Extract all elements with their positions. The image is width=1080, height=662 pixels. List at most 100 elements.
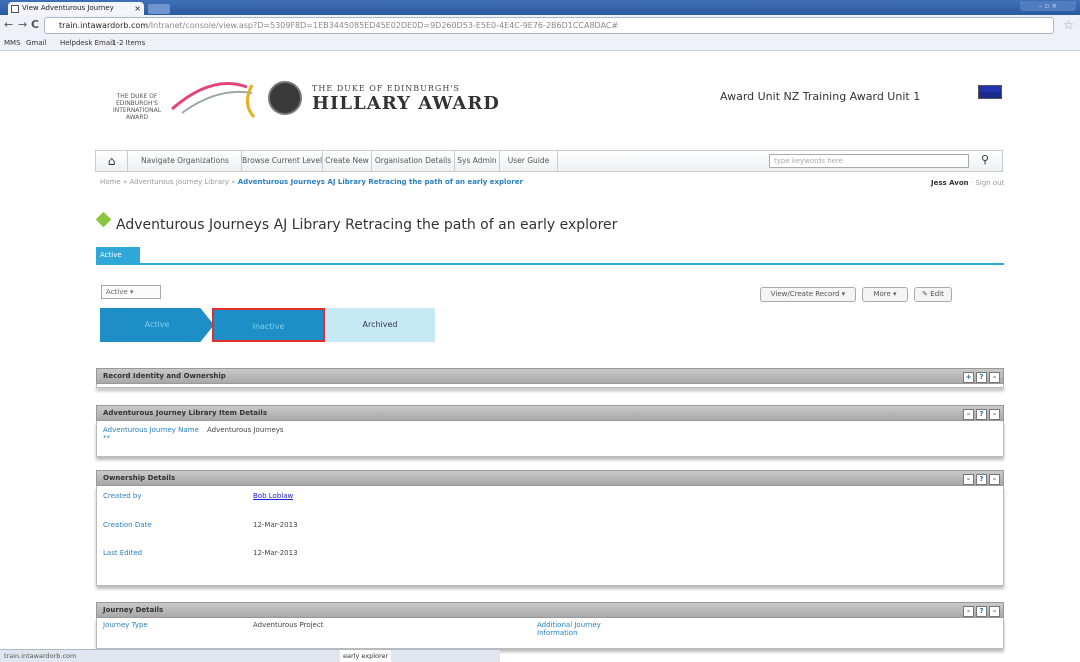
panel-header[interactable]: Record Identity and Ownership +? – <box>96 368 1004 384</box>
help-icon[interactable]: ? <box>976 606 987 617</box>
international-award-logo: THE DUKE OF EDINBURGH'S INTERNATIONAL AW… <box>102 79 262 121</box>
journey-name-value: Adventurous Journeys <box>207 426 284 434</box>
record-diamond-icon <box>95 211 112 228</box>
url-path: /Intranet/console/view.asp?D=5309F8D=1EB… <box>148 21 619 30</box>
journey-name-label: Adventurous Journey Name <box>103 426 199 434</box>
panel-controls: –? – <box>961 472 1000 485</box>
search-icon[interactable]: ⚲ <box>981 153 989 166</box>
panel-ownership: Ownership Details –? – Created by Bob Lob… <box>96 470 1004 586</box>
panel-library-item: Adventurous Journey Library Item Details… <box>96 405 1004 457</box>
bookmark-helpdesk[interactable]: Helpdesk Email <box>60 37 114 50</box>
minimize-icon[interactable]: – <box>963 474 974 485</box>
tab-close-icon[interactable]: × <box>134 2 141 15</box>
workflow-step-inactive[interactable]: Inactive <box>212 308 325 342</box>
created-by-label: Created by <box>103 492 142 500</box>
browser-tab-bar: View Adventurous Journey × – ▫ × <box>0 0 1080 15</box>
panel-body: Journey Type Adventurous Project Additio… <box>96 618 1004 649</box>
search-input[interactable]: type keywords here <box>769 154 969 168</box>
brand-title: HILLARY AWARD <box>312 93 500 114</box>
address-bar[interactable]: train.intawardorb.com/Intranet/console/v… <box>44 17 1054 34</box>
workflow-step-archived[interactable]: Archived <box>325 308 435 342</box>
home-icon[interactable]: ⌂ <box>96 151 128 171</box>
panel-body: Adventurous Journey Name ** Adventurous … <box>96 421 1004 457</box>
nav-create-new[interactable]: Create New <box>323 151 372 171</box>
bookmark-star-icon[interactable]: ☆ <box>1063 18 1074 32</box>
created-by-link[interactable]: Bob Loblaw <box>253 492 293 500</box>
panel-body: Created by Bob Loblaw Creation Date 12-M… <box>96 486 1004 586</box>
breadcrumb: Home » Adventurous Journey Library » Adv… <box>100 178 523 186</box>
help-icon[interactable]: ? <box>976 409 987 420</box>
back-arrow-icon[interactable]: ← <box>4 18 13 31</box>
last-edited-value: 12-Mar-2013 <box>253 549 298 557</box>
more-button[interactable]: More ▾ <box>862 287 908 302</box>
panel-controls: –? – <box>961 407 1000 420</box>
browser-toolbar: ← → C train.intawardorb.com/Intranet/con… <box>0 15 1080 37</box>
collapse-icon[interactable]: – <box>989 409 1000 420</box>
panel-title: Record Identity and Ownership <box>103 372 226 380</box>
state-dropdown[interactable]: Active ▾ <box>101 285 161 299</box>
minimize-icon[interactable]: – <box>963 606 974 617</box>
nav-navigate-organizations[interactable]: Navigate Organizations <box>129 151 242 171</box>
nav-organisation-details[interactable]: Organisation Details <box>372 151 455 171</box>
forward-arrow-icon[interactable]: → <box>18 18 27 31</box>
panel-header[interactable]: Adventurous Journey Library Item Details… <box>96 405 1004 421</box>
new-tab-button[interactable] <box>148 4 170 14</box>
window-controls[interactable]: – ▫ × <box>1020 1 1076 11</box>
help-icon[interactable]: ? <box>976 474 987 485</box>
panel-header[interactable]: Journey Details –? – <box>96 602 1004 618</box>
created-by-value: Bob Loblaw <box>253 492 293 500</box>
panel-controls: +? – <box>961 370 1000 383</box>
bookmark-gmail[interactable]: Gmail <box>26 37 46 50</box>
panel-title: Adventurous Journey Library Item Details <box>103 409 268 417</box>
edit-button[interactable]: ✎ Edit <box>914 287 952 302</box>
bookmarks-bar: MMS Gmail Helpdesk Email 1-2 Items <box>0 37 1080 51</box>
minimize-icon[interactable]: – <box>963 409 974 420</box>
nav-browse-current-level[interactable]: Browse Current Level <box>242 151 323 171</box>
view-create-record-button[interactable]: View/Create Record ▾ <box>760 287 856 302</box>
user-info: Jess Avon · Sign out <box>931 179 1005 187</box>
main-nav: ⌂ Navigate Organizations Browse Current … <box>95 150 1003 172</box>
help-icon[interactable]: ? <box>976 372 987 383</box>
panel-controls: –? – <box>961 604 1000 617</box>
nav-user-guide[interactable]: User Guide <box>500 151 558 171</box>
panel-title: Journey Details <box>103 606 164 614</box>
status-tail: early explorer <box>340 650 392 662</box>
panel-title: Ownership Details <box>103 474 176 482</box>
page-favicon-icon <box>11 5 19 13</box>
required-marker: ** <box>103 434 110 442</box>
collapse-icon[interactable]: – <box>989 606 1000 617</box>
seal-icon <box>268 81 302 115</box>
browser-tab[interactable]: View Adventurous Journey × <box>8 2 144 15</box>
tab-active[interactable]: Active <box>96 247 140 263</box>
panel-journey-details: Journey Details –? – Journey Type Adventu… <box>96 602 1004 649</box>
panel-header[interactable]: Ownership Details –? – <box>96 470 1004 486</box>
journey-type-label: Journey Type <box>103 621 148 629</box>
last-edited-label: Last Edited <box>103 549 143 557</box>
expand-icon[interactable]: + <box>963 372 974 383</box>
reload-icon[interactable]: C <box>31 18 39 31</box>
brand-subtitle: THE DUKE OF EDINBURGH'S <box>312 84 460 93</box>
url-domain: train.intawardorb.com <box>59 21 149 30</box>
breadcrumb-path[interactable]: Home » Adventurous Journey Library » <box>100 178 238 186</box>
bookmark-mms[interactable]: MMS <box>4 37 21 50</box>
award-unit-name: Award Unit NZ Training Award Unit 1 <box>720 90 921 103</box>
nav-sys-admin[interactable]: Sys Admin <box>455 151 500 171</box>
more-label: More <box>873 290 891 298</box>
pencil-icon: ✎ <box>922 290 929 298</box>
page-title: Adventurous Journeys AJ Library Retracin… <box>116 217 618 233</box>
minimize-icon[interactable]: – <box>989 372 1000 383</box>
org-logo-text: THE DUKE OF EDINBURGH'S INTERNATIONAL AW… <box>112 93 162 121</box>
panel-record-identity: Record Identity and Ownership +? – <box>96 368 1004 388</box>
breadcrumb-current: Adventurous Journeys AJ Library Retracin… <box>237 178 523 186</box>
collapse-icon[interactable]: – <box>989 474 1000 485</box>
status-bar: train.intawardorb.com early explorer <box>0 649 500 662</box>
bookmark-items[interactable]: 1-2 Items <box>112 37 145 50</box>
tab-underline <box>96 263 1004 265</box>
workflow-step-active[interactable]: Active <box>100 308 214 342</box>
user-name: Jess Avon <box>931 179 969 187</box>
creation-date-value: 12-Mar-2013 <box>253 521 298 529</box>
panel-body <box>96 384 1004 388</box>
browser-tab-title: View Adventurous Journey <box>22 4 114 12</box>
edit-label: Edit <box>930 290 944 298</box>
sign-out-link[interactable]: Sign out <box>975 179 1004 187</box>
